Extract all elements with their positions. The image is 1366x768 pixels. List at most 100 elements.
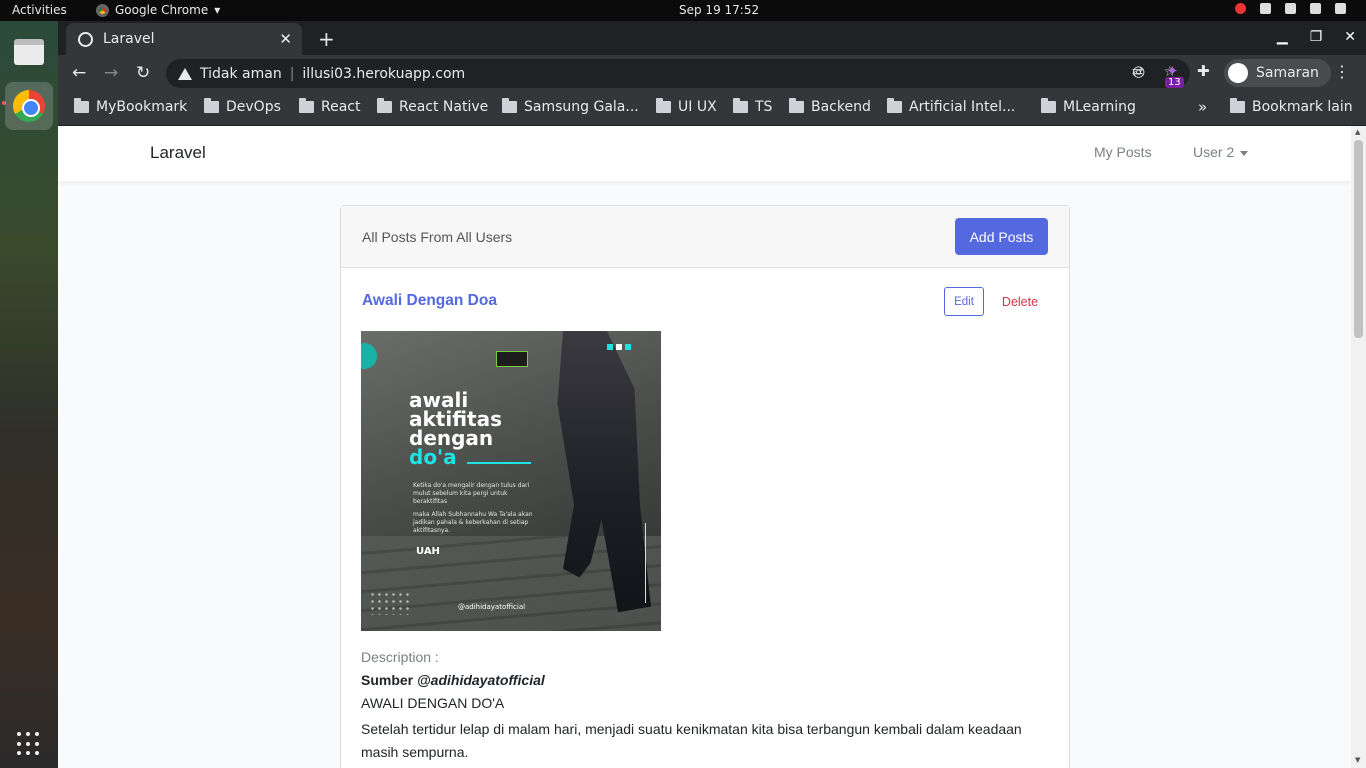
files-icon: [14, 39, 44, 65]
bookmark-folder[interactable]: Backend: [789, 98, 871, 115]
tab-title: Laravel: [103, 31, 155, 47]
poster-dots: [607, 344, 631, 350]
app-menu-label: Google Chrome: [115, 3, 209, 17]
bookmark-label: Artificial Intel...: [909, 99, 1016, 115]
browser-window: Laravel ✕ + ▁ ❐ ✕ ← → ↻ Tidak aman | ill…: [58, 21, 1366, 768]
bookmark-folder[interactable]: UI UX: [656, 98, 717, 115]
profile-name: Samaran: [1256, 65, 1319, 81]
bookmark-label: UI UX: [678, 99, 717, 115]
folder-icon: [299, 98, 314, 113]
dock-chrome[interactable]: [5, 82, 53, 130]
maximize-icon[interactable]: ❐: [1310, 29, 1323, 45]
description-title: AWALI DENGAN DO'A: [361, 695, 505, 711]
forward-icon[interactable]: →: [104, 63, 118, 83]
description-body: Setelah tertidur lelap di malam hari, me…: [361, 721, 1022, 760]
system-tray[interactable]: [1235, 3, 1346, 14]
poster-dot-grid: [369, 591, 409, 615]
incognito-avatar-icon: [1228, 63, 1248, 83]
folder-icon: [502, 98, 517, 113]
omnibox-divider: |: [289, 65, 295, 82]
extensions-icon[interactable]: ✚: [1197, 62, 1210, 80]
new-tab-button[interactable]: +: [318, 27, 335, 51]
other-bookmarks-folder[interactable]: Bookmark lain: [1230, 98, 1353, 115]
bookmark-label: Backend: [811, 99, 871, 115]
source-handle: @adihidayatofficial: [417, 672, 545, 688]
app-menu[interactable]: Google Chrome ▾: [96, 3, 220, 17]
show-apps-icon[interactable]: [17, 732, 41, 756]
bookmark-folder[interactable]: MLearning: [1041, 98, 1136, 115]
close-tab-icon[interactable]: ✕: [279, 30, 292, 48]
scroll-up-icon[interactable]: ▲: [1355, 128, 1360, 136]
bookmark-label: TS: [755, 99, 773, 115]
delete-button[interactable]: Delete: [996, 287, 1044, 316]
scroll-down-icon[interactable]: ▼: [1355, 756, 1360, 764]
site-navbar: Laravel My Posts User 2: [58, 126, 1351, 181]
folder-icon: [733, 98, 748, 113]
poster-text-1: Ketika do'a mengalir dengan tulus dari m…: [413, 482, 530, 505]
scrollbar-thumb[interactable]: [1354, 140, 1363, 338]
poster-line: do'a: [409, 445, 457, 469]
bookmark-folder[interactable]: Samsung Gala...: [502, 98, 639, 115]
post-title[interactable]: Awali Dengan Doa: [362, 292, 497, 310]
folder-icon: [1041, 98, 1056, 113]
post-image: awali aktifitas dengan do'a Ketika do'a …: [361, 331, 661, 631]
extension-target-icon[interactable]: ◎: [1132, 62, 1145, 80]
dock: [0, 21, 58, 768]
back-icon[interactable]: ←: [72, 63, 86, 83]
folder-icon: [887, 98, 902, 113]
nav-my-posts[interactable]: My Posts: [1094, 144, 1152, 160]
description-label: Description :: [361, 649, 439, 665]
bookmarks-bar: MyBookmark DevOps React React Native Sam…: [58, 91, 1366, 126]
dock-files[interactable]: [5, 28, 53, 76]
bookmark-label: MLearning: [1063, 99, 1136, 115]
edit-button[interactable]: Edit: [944, 287, 984, 316]
bookmark-label: Bookmark lain: [1252, 99, 1353, 115]
bookmark-folder[interactable]: MyBookmark: [74, 98, 187, 115]
battery-icon: [1310, 3, 1321, 14]
tab-laravel[interactable]: Laravel ✕: [66, 23, 302, 55]
bookmark-label: React: [321, 99, 361, 115]
site-brand[interactable]: Laravel: [150, 143, 206, 163]
security-label[interactable]: Tidak aman: [200, 66, 282, 82]
poster-text-2: maka Allah Subhannahu Wa Ta'ala akan jad…: [413, 511, 533, 534]
bookmark-folder[interactable]: Artificial Intel...: [887, 98, 1016, 115]
poster-logo: [496, 351, 528, 367]
poster-circle: [361, 343, 377, 369]
globe-icon: [78, 31, 93, 47]
poster-accent-line: [467, 462, 531, 464]
poster-signature: UAH: [416, 546, 440, 557]
activities-button[interactable]: Activities: [12, 3, 67, 17]
more-bookmarks-icon[interactable]: »: [1198, 98, 1207, 116]
add-posts-button[interactable]: Add Posts: [955, 218, 1048, 255]
bookmark-folder[interactable]: TS: [733, 98, 773, 115]
clock[interactable]: Sep 19 17:52: [679, 3, 759, 17]
close-window-icon[interactable]: ✕: [1344, 29, 1356, 45]
poster-headline: awali aktifitas dengan do'a: [409, 390, 502, 469]
chevron-down-icon: ▾: [214, 3, 221, 17]
recording-icon: [1235, 3, 1246, 14]
chrome-small-icon: [96, 3, 109, 17]
nav-user-dropdown[interactable]: User 2: [1193, 144, 1249, 160]
chrome-icon: [13, 90, 45, 122]
bookmark-label: React Native: [399, 99, 489, 115]
url-text[interactable]: illusi03.herokuapp.com: [302, 66, 465, 82]
bookmark-folder[interactable]: React Native: [377, 98, 489, 115]
extension-badge: 13: [1165, 77, 1184, 88]
minimize-icon[interactable]: ▁: [1277, 29, 1288, 45]
power-icon: [1335, 3, 1346, 14]
reload-icon[interactable]: ↻: [136, 63, 150, 83]
bookmark-label: Samsung Gala...: [524, 99, 639, 115]
page-scrollbar[interactable]: ▲ ▼: [1351, 126, 1366, 768]
bookmark-folder[interactable]: React: [299, 98, 361, 115]
system-top-bar: Activities Google Chrome ▾ Sep 19 17:52: [0, 0, 1366, 21]
address-bar[interactable]: Tidak aman | illusi03.herokuapp.com ⇄ ☆: [166, 59, 1190, 88]
chrome-menu-icon[interactable]: ⋮: [1334, 62, 1350, 81]
card-header: All Posts From All Users Add Posts: [341, 206, 1069, 268]
browser-toolbar: ← → ↻ Tidak aman | illusi03.herokuapp.co…: [58, 55, 1366, 91]
folder-icon: [204, 98, 219, 113]
bookmark-folder[interactable]: DevOps: [204, 98, 281, 115]
volume-icon: [1285, 3, 1296, 14]
folder-icon: [1230, 98, 1245, 113]
profile-button[interactable]: Samaran: [1224, 59, 1331, 87]
description-source: Sumber @adihidayatofficial: [361, 672, 545, 688]
